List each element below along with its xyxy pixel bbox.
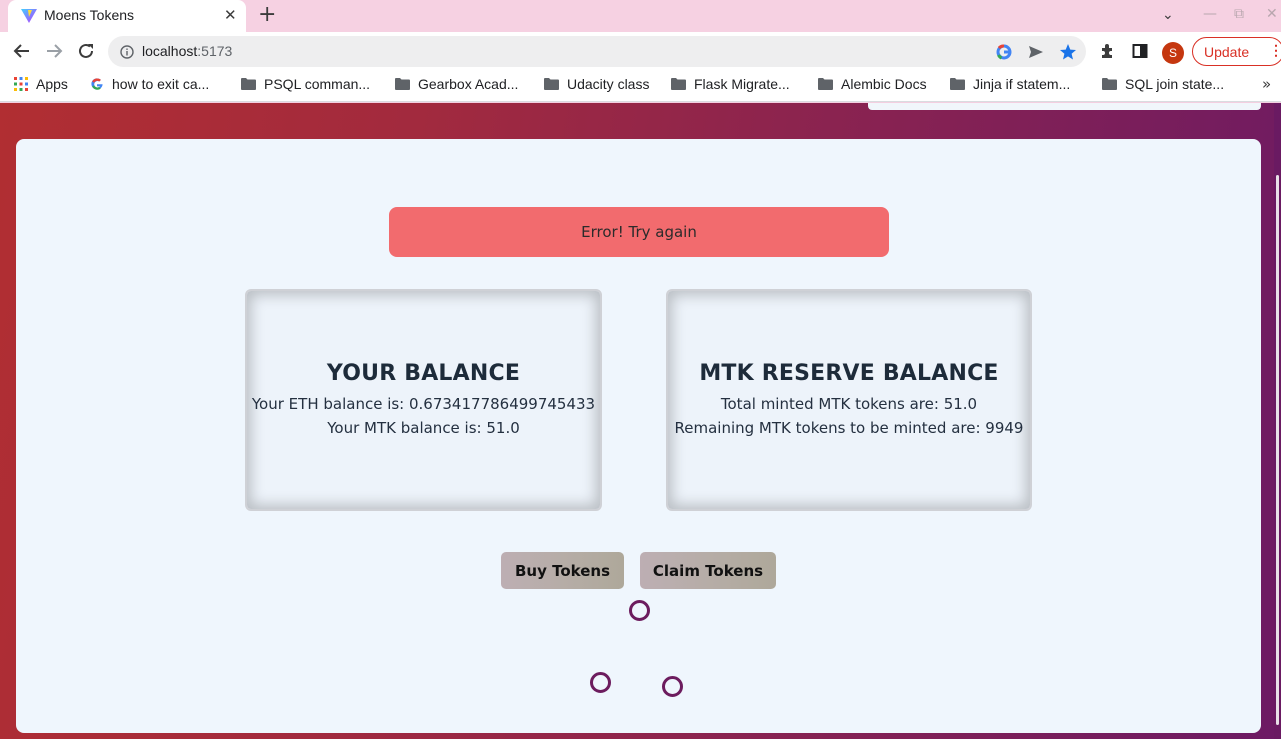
your-balance-card: YOUR BALANCE Your ETH balance is: 0.6734… (245, 289, 602, 511)
folder-icon (671, 78, 686, 90)
error-alert: Error! Try again (389, 207, 889, 257)
window-close-icon[interactable]: ✕ (1266, 6, 1278, 22)
tab-close-icon[interactable]: ✕ (224, 6, 237, 24)
bookmark-label: PSQL comman... (264, 76, 371, 92)
loading-spinner-dot (662, 676, 683, 697)
tab-strip: Moens Tokens ✕ + ⌄ — ⧉ ✕ (0, 0, 1281, 32)
scrollbar-thumb[interactable] (1276, 175, 1279, 725)
send-tab-icon[interactable] (1026, 42, 1046, 62)
loading-spinner-dot (590, 672, 611, 693)
bookmark-label: Alembic Docs (841, 76, 927, 92)
profile-avatar[interactable]: S (1162, 42, 1184, 64)
folder-icon (544, 78, 559, 90)
mtk-balance-text: Your MTK balance is: 51.0 (327, 418, 520, 437)
side-panel-icon[interactable] (1130, 41, 1150, 61)
bookmark-label: Apps (36, 76, 68, 92)
reserve-balance-title: MTK RESERVE BALANCE (699, 360, 999, 386)
remaining-tokens-text: Remaining MTK tokens to be minted are: 9… (674, 418, 1024, 437)
bookmark-label: Udacity class (567, 76, 650, 92)
bookmark-flask-migrate[interactable]: Flask Migrate... (671, 76, 790, 92)
folder-icon (818, 78, 833, 90)
bookmark-label: Jinja if statem... (973, 76, 1071, 92)
bookmark-label: SQL join state... (1125, 76, 1225, 92)
google-icon (90, 77, 104, 91)
site-info-icon[interactable] (120, 44, 134, 59)
bookmark-sql-join[interactable]: SQL join state... (1102, 76, 1224, 92)
minted-tokens-text: Total minted MTK tokens are: 51.0 (720, 394, 978, 413)
bookmark-apps[interactable]: Apps (14, 76, 68, 92)
tab-title: Moens Tokens (44, 7, 135, 23)
bookmarks-overflow-icon[interactable]: » (1262, 75, 1271, 93)
reserve-balance-card: MTK RESERVE BALANCE Total minted MTK tok… (666, 289, 1032, 511)
tab-search-icon[interactable]: ⌄ (1162, 7, 1174, 23)
bookmark-label: how to exit ca... (112, 76, 210, 92)
address-bar[interactable]: localhost:5173 (108, 36, 1086, 67)
vite-logo-icon (20, 8, 38, 24)
bookmark-label: Flask Migrate... (694, 76, 790, 92)
buy-tokens-button[interactable]: Buy Tokens (501, 552, 624, 589)
restore-icon[interactable]: ⧉ (1234, 6, 1244, 22)
bookmark-star-icon[interactable] (1058, 42, 1078, 62)
your-balance-title: YOUR BALANCE (326, 360, 521, 386)
bookmark-label: Gearbox Acad... (418, 76, 519, 92)
bookmark-udacity[interactable]: Udacity class (544, 76, 649, 92)
forward-icon[interactable] (42, 40, 66, 62)
minimize-icon[interactable]: — (1203, 6, 1217, 22)
new-tab-icon[interactable]: + (258, 2, 276, 27)
bookmark-how-to-exit[interactable]: how to exit ca... (90, 76, 209, 92)
eth-balance-text: Your ETH balance is: 0.67341778649974543… (251, 394, 596, 413)
page-viewport: Error! Try again YOUR BALANCE Your ETH b… (0, 103, 1281, 739)
claim-tokens-button[interactable]: Claim Tokens (640, 552, 776, 589)
url-port: :5173 (197, 43, 233, 59)
google-translate-icon[interactable] (994, 42, 1014, 62)
back-icon[interactable] (10, 40, 34, 62)
address-url[interactable]: localhost:5173 (142, 43, 232, 59)
apps-grid-icon (14, 77, 28, 91)
bookmark-gearbox[interactable]: Gearbox Acad... (395, 76, 518, 92)
folder-icon (1102, 78, 1117, 90)
browser-toolbar: localhost:5173 S Update ⋮ (0, 32, 1281, 70)
folder-icon (241, 78, 256, 90)
update-button[interactable]: Update ⋮ (1192, 37, 1281, 66)
bookmarks-bar: Apps how to exit ca... PSQL comman... Ge… (0, 70, 1281, 102)
menu-dots-icon: ⋮ (1269, 42, 1281, 58)
loading-spinner-dot (629, 600, 650, 621)
update-label: Update (1204, 43, 1250, 60)
bookmark-jinja[interactable]: Jinja if statem... (950, 76, 1070, 92)
main-card: Error! Try again YOUR BALANCE Your ETH b… (16, 139, 1261, 733)
reload-icon[interactable] (74, 40, 98, 62)
bookmark-psql[interactable]: PSQL comman... (241, 76, 370, 92)
folder-icon (395, 78, 410, 90)
browser-tab[interactable]: Moens Tokens ✕ (8, 0, 246, 32)
bookmark-alembic[interactable]: Alembic Docs (818, 76, 927, 92)
url-host: localhost (142, 43, 198, 59)
header-card-edge (868, 103, 1261, 110)
folder-icon (950, 78, 965, 90)
extensions-puzzle-icon[interactable] (1098, 41, 1118, 61)
